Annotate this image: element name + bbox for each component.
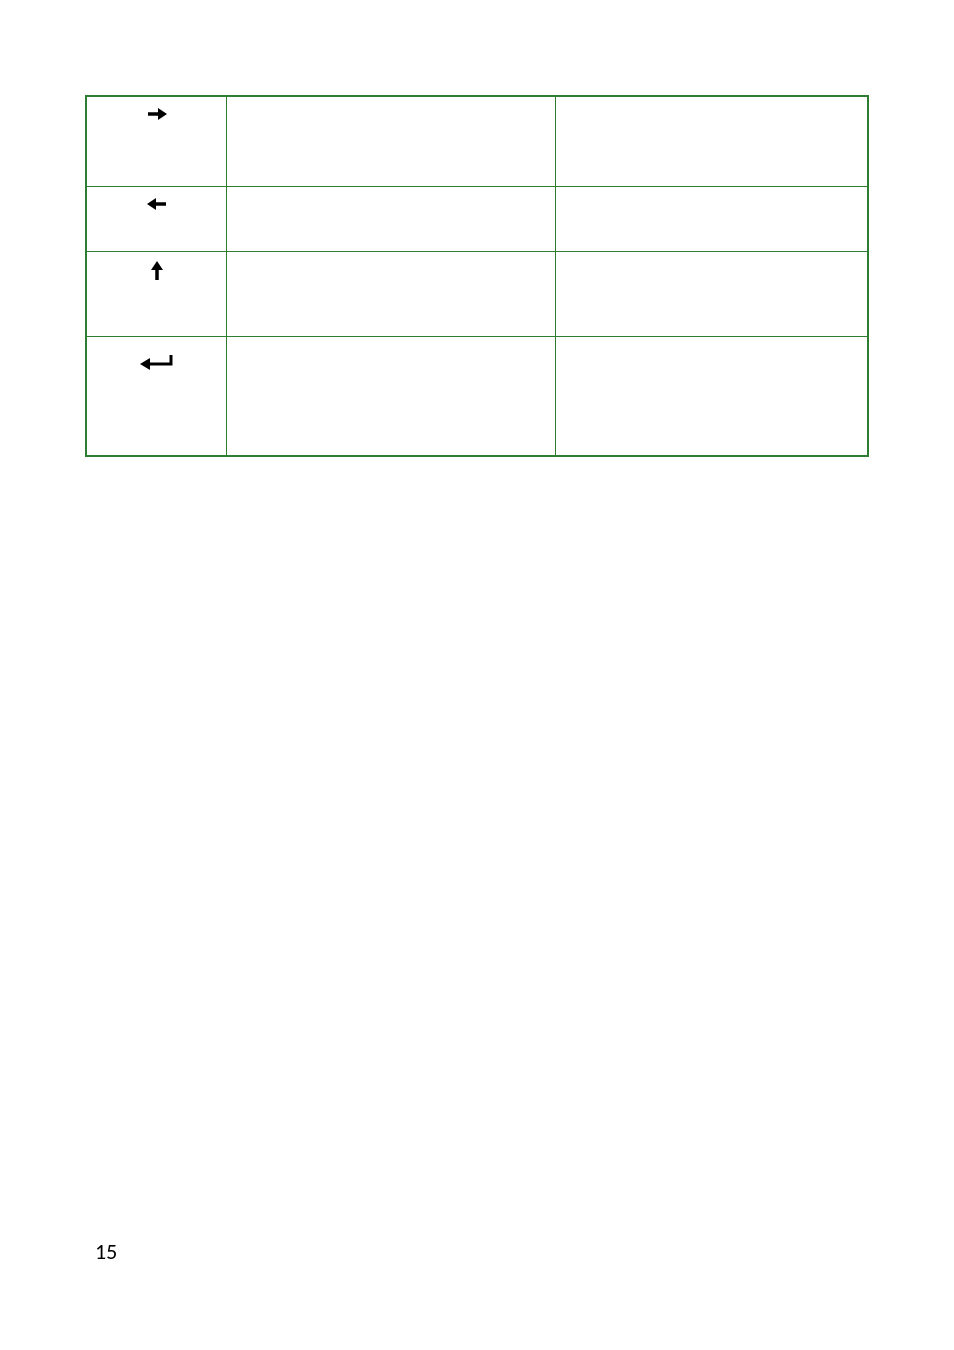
table-row <box>86 336 868 456</box>
cell-description <box>227 186 555 251</box>
table-row <box>86 186 868 251</box>
cell-value <box>555 251 868 336</box>
arrow-up-icon <box>148 260 166 287</box>
cell-value <box>555 336 868 456</box>
cell-description <box>227 336 555 456</box>
cell-icon <box>86 96 227 186</box>
cell-icon <box>86 251 227 336</box>
cell-icon <box>86 186 227 251</box>
cell-description <box>227 251 555 336</box>
return-arrow-icon <box>137 351 177 378</box>
arrow-right-icon <box>146 105 168 128</box>
cell-value <box>555 186 868 251</box>
arrow-left-icon <box>146 195 168 218</box>
table-row <box>86 251 868 336</box>
page-number: 15 <box>95 1238 117 1265</box>
cell-icon <box>86 336 227 456</box>
table-row <box>86 96 868 186</box>
cell-value <box>555 96 868 186</box>
cell-description <box>227 96 555 186</box>
symbols-table <box>85 95 869 457</box>
page-content <box>0 0 954 457</box>
